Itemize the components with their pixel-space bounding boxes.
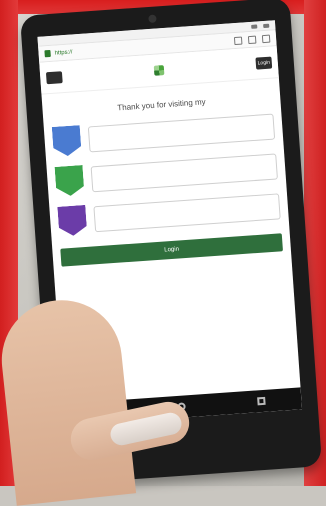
more-icon[interactable] (261, 34, 271, 43)
status-icons (251, 23, 270, 29)
step-1-line2 (96, 129, 268, 141)
step-1-line1 (96, 126, 268, 138)
welcome-prefix: Thank you for visiting my (117, 97, 206, 113)
star-icon[interactable] (233, 36, 243, 45)
battery-icon (263, 23, 270, 28)
step-3-line1 (101, 205, 273, 217)
step-3-line2 (101, 208, 273, 220)
front-camera (148, 14, 157, 24)
menu-icon[interactable] (45, 70, 63, 84)
step-2-line2 (99, 168, 271, 180)
step-1-badge (52, 125, 82, 157)
page-content: Thank you for visiting my Login (41, 78, 290, 267)
header-login-button[interactable]: Login (255, 56, 273, 70)
step-1 (52, 112, 276, 157)
step-2-text (90, 153, 278, 193)
step-3 (57, 191, 281, 236)
step-2-badge (55, 165, 85, 197)
lock-icon (44, 49, 51, 58)
step-3-text (93, 193, 281, 233)
recent-apps-icon[interactable] (257, 396, 266, 406)
wifi-icon (251, 23, 258, 29)
step-3-badge (57, 205, 87, 237)
step-1-text (87, 113, 276, 153)
site-logo (153, 64, 165, 76)
step-2 (55, 151, 279, 196)
logo-icon (153, 64, 165, 76)
steps-list (52, 112, 281, 237)
step-2-line1 (98, 165, 270, 177)
url-icons (233, 34, 271, 45)
tabs-icon[interactable] (247, 35, 257, 44)
main-login-button[interactable]: Login (60, 233, 283, 267)
